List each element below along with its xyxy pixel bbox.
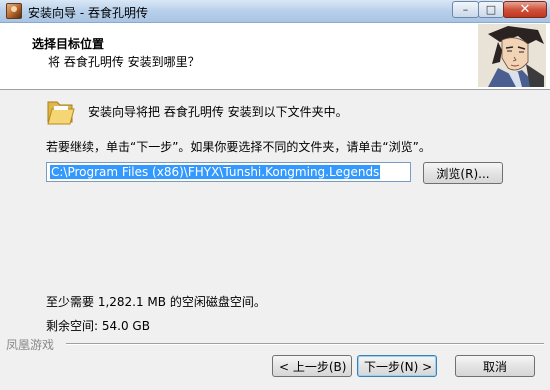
app-icon [6,3,22,19]
wizard-header: 选择目标位置 将 吞食孔明传 安装到哪里？ [0,23,550,90]
character-portrait [478,24,546,87]
install-path-value: C:\Program Files (x86)\FHYX\Tunshi.Kongm… [50,165,381,179]
brand-label: 凤凰游戏 [6,338,55,352]
title-bar[interactable]: 安装向导 - 吞食孔明传 – □ ✕ [0,0,550,23]
minimize-button[interactable]: – [452,1,479,18]
browse-button[interactable]: 浏览(R)... [423,162,503,184]
install-path-input[interactable]: C:\Program Files (x86)\FHYX\Tunshi.Kongm… [46,162,411,182]
continue-instruction: 若要继续，单击“下一步”。如果你要选择不同的文件夹，请单击“浏览”。 [46,140,431,154]
free-space-text: 剩余空间: 54.0 GB [46,319,150,333]
window-title: 安装向导 - 吞食孔明传 [28,6,148,20]
footer-separator [66,343,544,345]
next-button[interactable]: 下一步(N) > [357,355,437,377]
required-space-text: 至少需要 1,282.1 MB 的空闲磁盘空间。 [46,295,266,309]
page-title: 选择目标位置 [32,37,105,51]
cancel-button[interactable]: 取消 [455,355,535,377]
close-button[interactable]: ✕ [503,1,547,18]
page-subtitle: 将 吞食孔明传 安装到哪里？ [48,55,200,69]
folder-icon [47,101,75,125]
maximize-button[interactable]: □ [478,1,504,18]
back-button[interactable]: < 上一步(B) [272,355,352,377]
install-location-message: 安装向导将把 吞食孔明传 安装到以下文件夹中。 [88,105,348,119]
wizard-body [0,90,550,390]
